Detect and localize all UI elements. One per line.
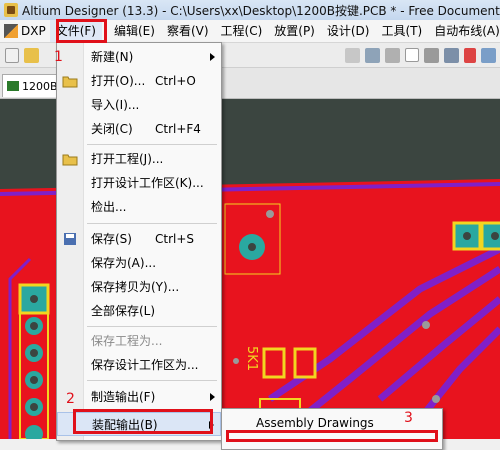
floppy-disk-icon (64, 233, 76, 245)
callout-box-assembly-drawings (226, 430, 438, 442)
via-3 (432, 395, 440, 403)
folder-open-icon (62, 154, 78, 166)
menu-separator (87, 380, 217, 381)
callout-box-assembly-outputs (73, 409, 213, 434)
menu-dxp[interactable]: DXP (0, 20, 50, 42)
menu-item-checkout[interactable]: 检出... (57, 195, 221, 219)
align-icon[interactable] (444, 47, 459, 63)
query-icon[interactable] (481, 47, 496, 63)
window-title: Altium Designer (13.3) - C:\Users\xx\Des… (22, 3, 500, 18)
menu-item-save[interactable]: 保存(S) Ctrl+S (57, 227, 221, 251)
menu-separator (87, 223, 217, 224)
menu-tools[interactable]: 工具(T) (375, 20, 428, 42)
callout-step-1: 1 (54, 49, 63, 65)
resistor-pad-1 (262, 347, 286, 379)
menu-project[interactable]: 工程(C) (215, 20, 269, 42)
pcb-document-icon (7, 81, 19, 91)
menu-item-close[interactable]: 关闭(C) Ctrl+F4 (57, 117, 221, 141)
menu-view[interactable]: 察看(V) (161, 20, 215, 42)
menu-autoroute[interactable]: 自动布线(A) (428, 20, 500, 42)
via-4 (233, 358, 239, 364)
file-dropdown-menu: 新建(N) 打开(O)... Ctrl+O 导入(I)... 关闭(C) Ctr… (56, 42, 222, 441)
folder-open-icon (62, 76, 78, 88)
deselect-icon[interactable] (464, 47, 476, 63)
menu-item-new[interactable]: 新建(N) (57, 45, 221, 69)
menu-dxp-label: DXP (21, 24, 46, 38)
menu-place[interactable]: 放置(P) (268, 20, 321, 42)
mounting-hole-center (248, 243, 256, 251)
paste-icon[interactable] (385, 47, 400, 63)
tab-pcb-document-label: 1200B (22, 79, 58, 93)
menu-edit[interactable]: 编辑(E) (108, 20, 161, 42)
menu-item-save-all[interactable]: 全部保存(L) (57, 299, 221, 323)
menu-separator (87, 326, 217, 327)
via-2 (422, 321, 430, 329)
zoom-icon[interactable] (345, 47, 360, 63)
menu-item-save-copy-as[interactable]: 保存拷贝为(Y)... (57, 275, 221, 299)
move-icon[interactable] (424, 47, 439, 63)
submenu-arrow-icon (210, 393, 215, 401)
menu-item-save-workspace-as[interactable]: 保存设计工作区为... (57, 353, 221, 377)
via-1 (266, 210, 274, 218)
title-bar: Altium Designer (13.3) - C:\Users\xx\Des… (0, 0, 500, 20)
silkscreen-label: 5K1 (244, 346, 259, 371)
menu-item-save-as[interactable]: 保存为(A)... (57, 251, 221, 275)
menu-item-save-project-as[interactable]: 保存工程为... (57, 329, 221, 353)
callout-step-2: 2 (66, 391, 75, 407)
callout-step-3: 3 (404, 410, 413, 426)
menu-item-open-workspace[interactable]: 打开设计工作区(K)... (57, 171, 221, 195)
dxp-logo-icon (4, 24, 18, 38)
menu-separator (87, 144, 217, 145)
menu-design[interactable]: 设计(D) (321, 20, 376, 42)
new-file-icon[interactable] (5, 47, 19, 63)
menu-item-import[interactable]: 导入(I)... (57, 93, 221, 117)
submenu-arrow-icon (210, 53, 215, 61)
menu-item-open[interactable]: 打开(O)... Ctrl+O (57, 69, 221, 93)
menu-item-open-project[interactable]: 打开工程(J)... (57, 147, 221, 171)
altium-app-icon (4, 3, 18, 17)
menu-item-fabrication-outputs[interactable]: 制造输出(F) (57, 385, 221, 409)
select-box-icon[interactable] (405, 48, 419, 62)
open-folder-icon[interactable] (24, 47, 39, 63)
resistor-pad-2 (293, 347, 317, 379)
callout-box-file-menu (56, 19, 107, 43)
copy-icon[interactable] (365, 47, 380, 63)
